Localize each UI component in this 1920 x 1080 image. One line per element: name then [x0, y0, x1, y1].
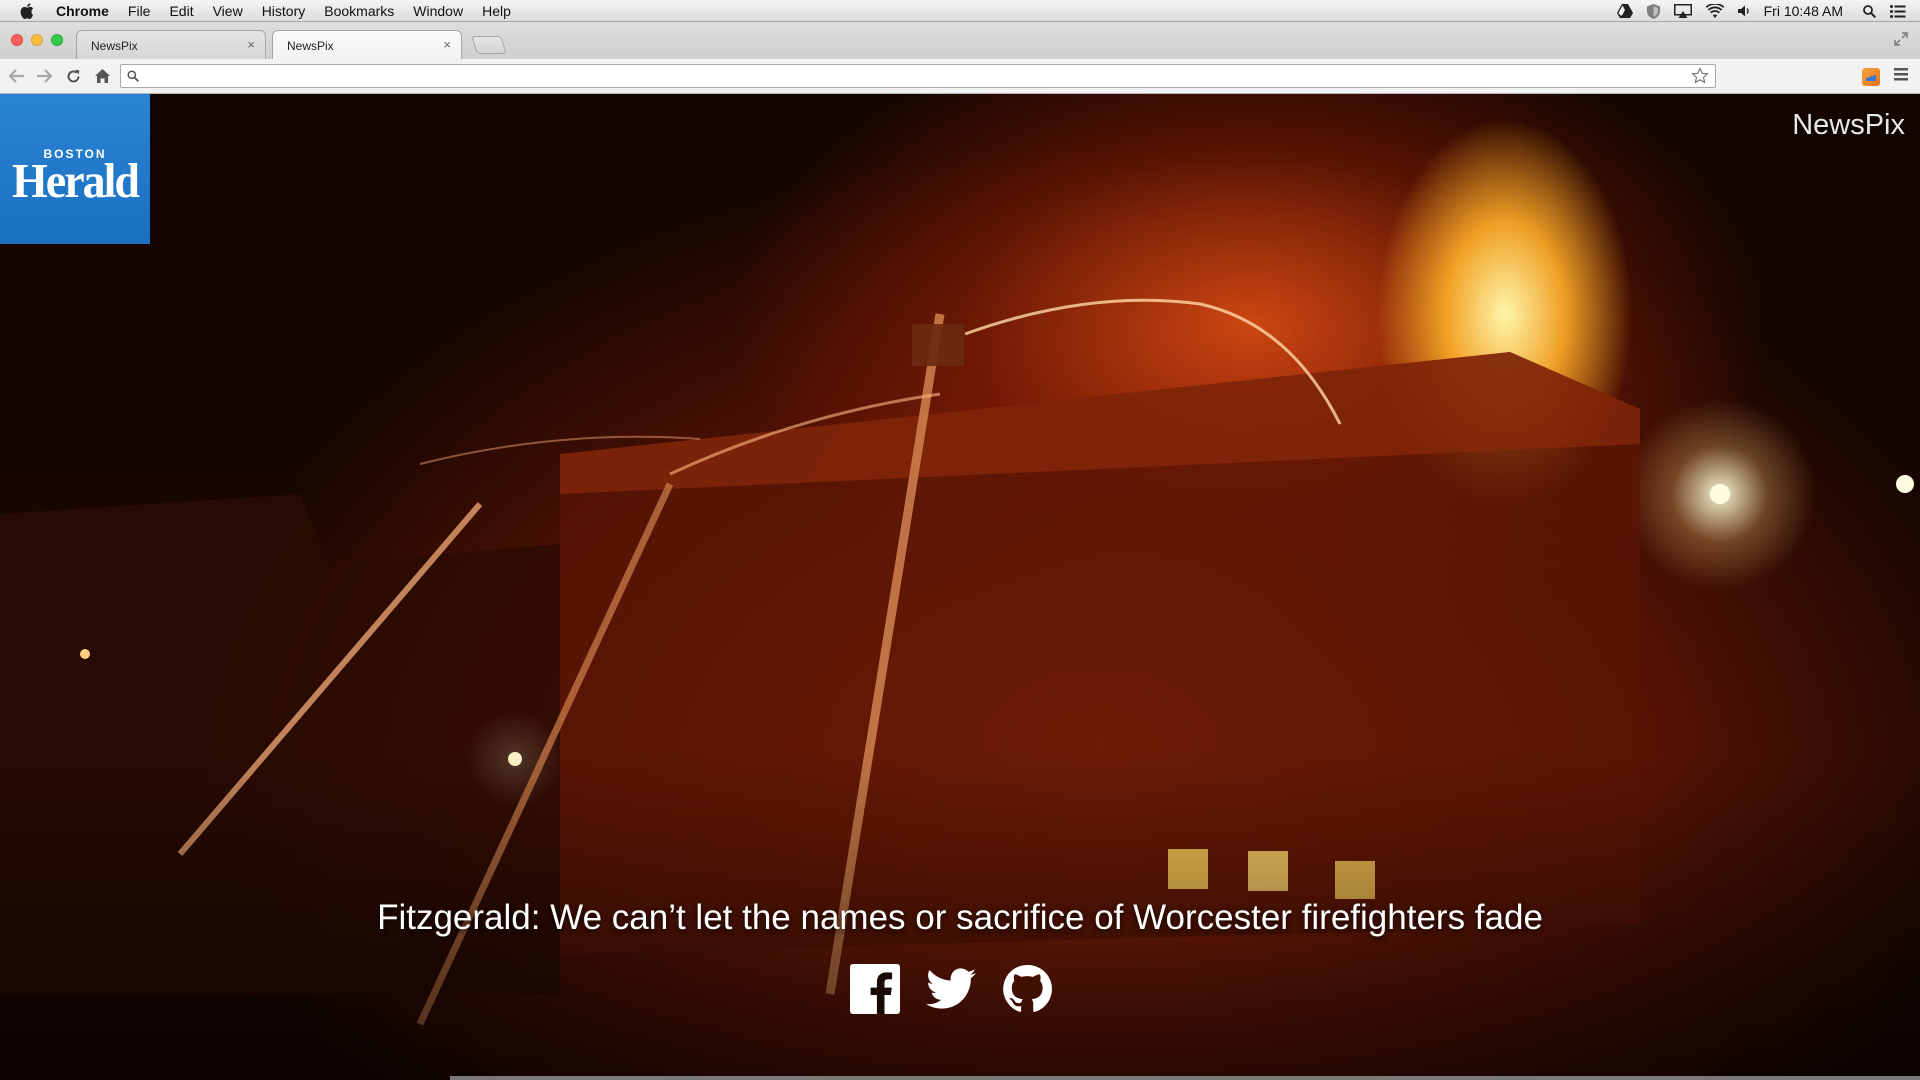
shield-icon[interactable]: [1646, 3, 1660, 19]
spotlight-icon[interactable]: [1863, 4, 1876, 18]
tab-title: NewsPix: [91, 39, 138, 53]
boston-herald-logo[interactable]: BOSTON Herald: [0, 94, 150, 244]
menu-file[interactable]: File: [128, 3, 151, 19]
github-icon[interactable]: [1002, 964, 1052, 1019]
volume-icon[interactable]: [1737, 5, 1750, 17]
window-minimize-button[interactable]: [31, 34, 43, 46]
extension-icon[interactable]: [1862, 68, 1880, 86]
tab-newspix-1[interactable]: NewsPix ×: [76, 30, 266, 59]
window-close-button[interactable]: [11, 34, 23, 46]
menu-edit[interactable]: Edit: [169, 3, 193, 19]
facebook-icon[interactable]: [850, 963, 900, 1019]
scrollbar-track[interactable]: [450, 1076, 1920, 1080]
menu-window[interactable]: Window: [413, 3, 463, 19]
story-headline: Fitzgerald: We can’t let the names or sa…: [0, 898, 1920, 938]
site-title: NewsPix: [1792, 109, 1905, 141]
menu-history[interactable]: History: [262, 3, 306, 19]
tab-close-icon[interactable]: ×: [247, 37, 255, 52]
search-icon: [127, 69, 139, 87]
macos-menu-bar: Chrome File Edit View History Bookmarks …: [0, 0, 1920, 22]
menu-icon[interactable]: [1894, 68, 1908, 86]
tab-close-icon[interactable]: ×: [443, 37, 451, 52]
notification-center-icon[interactable]: [1890, 4, 1906, 18]
tab-title: NewsPix: [287, 39, 334, 53]
window-controls: [11, 34, 63, 46]
new-tab-button[interactable]: [471, 36, 507, 54]
address-input[interactable]: [143, 67, 1663, 85]
fullscreen-icon[interactable]: [1894, 32, 1908, 51]
menu-view[interactable]: View: [213, 3, 243, 19]
tab-newspix-2[interactable]: NewsPix ×: [272, 30, 462, 59]
address-bar[interactable]: [120, 64, 1716, 88]
headline-link[interactable]: Fitzgerald: We can’t let the names or sa…: [377, 898, 1543, 937]
bookmark-star-icon[interactable]: [1691, 67, 1709, 90]
airplay-icon[interactable]: [1673, 4, 1692, 18]
drive-icon[interactable]: [1616, 4, 1633, 18]
back-icon[interactable]: [7, 66, 27, 86]
logo-big-text: Herald: [12, 153, 140, 208]
menu-help[interactable]: Help: [482, 3, 511, 19]
apple-icon[interactable]: [20, 2, 36, 19]
browser-toolbar: [0, 59, 1920, 94]
wifi-icon[interactable]: [1705, 4, 1724, 18]
social-links: [850, 963, 1052, 1019]
twitter-icon[interactable]: [926, 967, 976, 1015]
newspix-page: BOSTON Herald NewsPix Fitzgerald: We can…: [0, 94, 1920, 1080]
menu-app-name[interactable]: Chrome: [56, 3, 109, 19]
menubar-clock[interactable]: Fri 10:48 AM: [1764, 3, 1843, 19]
tab-strip: NewsPix × NewsPix ×: [0, 22, 1920, 59]
reload-icon[interactable]: [63, 66, 83, 86]
menu-bookmarks[interactable]: Bookmarks: [324, 3, 394, 19]
home-icon[interactable]: [92, 66, 112, 86]
window-zoom-button[interactable]: [51, 34, 63, 46]
forward-icon[interactable]: [34, 66, 54, 86]
